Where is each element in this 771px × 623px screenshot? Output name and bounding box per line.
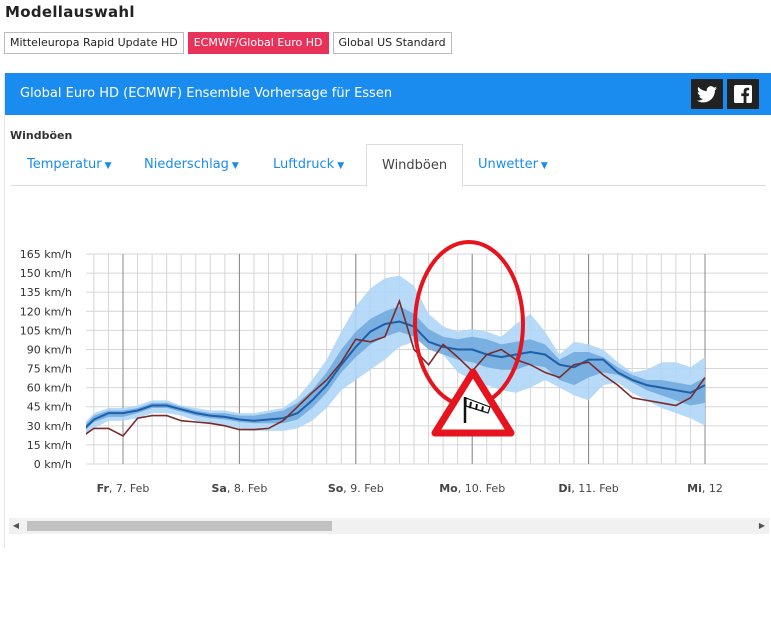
chart-scrollbar[interactable]: ◀ ▶ xyxy=(9,518,769,534)
x-tick-label: So, 9. Feb xyxy=(328,482,384,495)
y-tick-label: 120 km/h xyxy=(20,305,72,318)
x-tick-label: Di, 11. Feb xyxy=(558,482,618,495)
scroll-right-arrow-icon[interactable]: ▶ xyxy=(755,518,769,534)
y-tick-label: 90 km/h xyxy=(27,343,72,356)
y-tick-label: 30 km/h xyxy=(27,420,72,433)
y-tick-label: 105 km/h xyxy=(20,324,72,337)
scroll-left-arrow-icon[interactable]: ◀ xyxy=(9,518,23,534)
x-tick-label: Fr, 7. Feb xyxy=(97,482,150,495)
windsock-stripe xyxy=(469,401,472,409)
windsock-stripe xyxy=(475,403,478,410)
y-tick-label: 135 km/h xyxy=(20,286,72,299)
y-tick-label: 165 km/h xyxy=(20,248,72,261)
x-tick-label: Mi, 12 xyxy=(687,482,723,495)
y-tick-label: 15 km/h xyxy=(27,439,72,452)
y-tick-label: 45 km/h xyxy=(27,401,72,414)
y-tick-label: 0 km/h xyxy=(34,458,72,471)
y-tick-label: 150 km/h xyxy=(20,267,72,280)
windsock-stripe xyxy=(481,406,484,412)
scrollbar-thumb[interactable] xyxy=(27,521,332,531)
x-tick-label: Mo, 10. Feb xyxy=(439,482,505,495)
y-tick-label: 75 km/h xyxy=(27,363,72,376)
y-tick-label: 60 km/h xyxy=(27,382,72,395)
x-tick-label: Sa, 8. Feb xyxy=(211,482,267,495)
